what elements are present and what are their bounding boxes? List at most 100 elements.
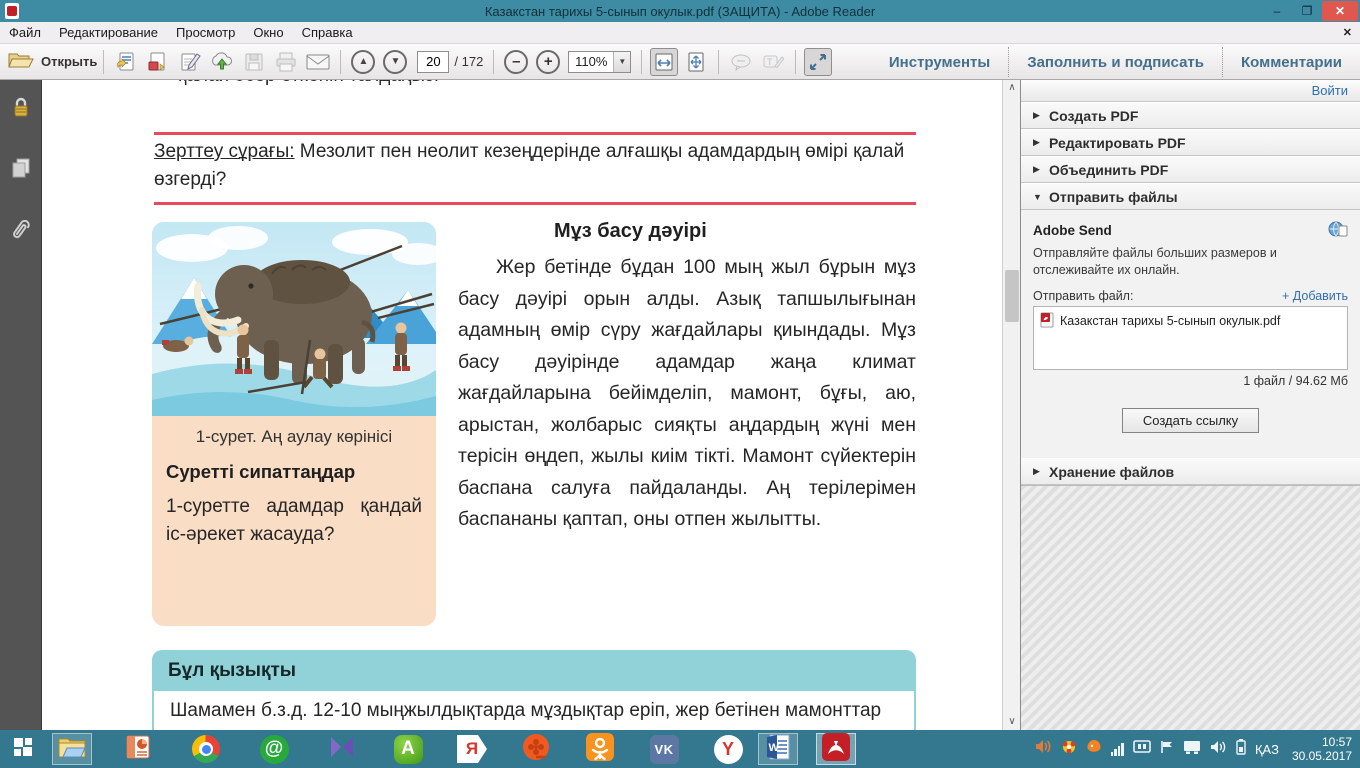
vertical-scrollbar[interactable]: ∧ ∨ — [1002, 80, 1020, 730]
comment-button-disabled[interactable] — [727, 48, 755, 76]
zoom-out-button[interactable]: – — [502, 48, 530, 76]
page-up-button[interactable]: ▲ — [349, 48, 377, 76]
open-button[interactable]: Открыть — [8, 50, 97, 73]
clock[interactable]: 10:57 30.05.2017 — [1292, 735, 1352, 763]
volume-mixer-icon[interactable] — [1035, 739, 1052, 759]
mail-agent-button[interactable]: @ — [254, 733, 294, 765]
paperclip-icon — [11, 220, 31, 249]
avast-icon[interactable] — [1086, 739, 1102, 759]
close-button[interactable]: ✕ — [1322, 1, 1358, 21]
file-explorer-icon — [57, 735, 87, 764]
language-indicator[interactable]: ҚАЗ — [1255, 742, 1279, 757]
network-signal-icon[interactable] — [1111, 743, 1124, 756]
scroll-up-icon[interactable]: ∧ — [1003, 80, 1021, 96]
yandex-search-button[interactable]: Y — [708, 733, 748, 765]
window-titlebar: Казакстан тарихы 5-сынып окулык.pdf (ЗАЩ… — [0, 0, 1360, 22]
tablet-mode-icon[interactable] — [1133, 740, 1151, 758]
windows-start-icon — [11, 734, 37, 765]
updater-icon[interactable] — [1061, 739, 1077, 760]
word-button[interactable]: W — [758, 733, 798, 765]
signin-link[interactable]: Войти — [1312, 83, 1348, 98]
menu-file[interactable]: Файл — [0, 23, 50, 42]
yandex-browser-button[interactable]: Я — [452, 733, 492, 765]
send-file-label: Отправить файл: — [1033, 289, 1133, 303]
display-devices-icon[interactable] — [1183, 740, 1201, 759]
security-lock-button[interactable] — [9, 98, 33, 122]
menu-window[interactable]: Окно — [244, 23, 292, 42]
create-pdf-button[interactable] — [144, 48, 172, 76]
adobe-reader-taskbar-button[interactable] — [816, 733, 856, 765]
illustration-card: 1-сурет. Аң аулау көрінісі Суретті сипат… — [152, 222, 436, 626]
menu-edit[interactable]: Редактирование — [50, 23, 167, 42]
kmplayer-icon — [328, 735, 356, 764]
tab-fill-sign[interactable]: Заполнить и подписать — [1009, 54, 1222, 71]
zoom-level-select[interactable]: 110% ▼ — [568, 51, 631, 73]
speaker-icon[interactable] — [1210, 740, 1227, 759]
cloud-upload-button[interactable] — [208, 48, 236, 76]
flag-action-center-icon[interactable] — [1160, 740, 1174, 759]
fit-width-button[interactable] — [650, 48, 678, 76]
cutoff-text-line: қалай әсер еткенін талдаңыз. — [178, 80, 598, 89]
research-question: Зерттеу сұрағы: Мезолит пен неолит кезең… — [154, 138, 924, 194]
print-button-disabled[interactable] — [272, 48, 300, 76]
add-file-link[interactable]: + Добавить — [1282, 289, 1348, 303]
fullscreen-button[interactable] — [804, 48, 832, 76]
zoom-dropdown-icon[interactable]: ▼ — [613, 52, 630, 72]
figure-caption: 1-сурет. Аң аулау көрінісі — [152, 427, 436, 447]
menu-bar: Файл Редактирование Просмотр Окно Справк… — [0, 22, 1360, 44]
chevron-down-icon: ▼ — [1033, 192, 1049, 202]
chrome-button[interactable] — [186, 733, 226, 765]
powerpoint-button[interactable] — [118, 733, 158, 765]
file-list-item[interactable]: Казакстан тарихы 5-сынып окулык.pdf — [1040, 312, 1341, 331]
odnoklassniki-button[interactable] — [580, 733, 620, 765]
page-number-input[interactable] — [417, 51, 449, 73]
text-annotation-button-disabled[interactable]: T — [759, 48, 787, 76]
send-files-section: Adobe Send Отправляйте файлы больших раз… — [1021, 210, 1360, 458]
mammoth-hunt-illustration — [152, 222, 436, 416]
menu-help[interactable]: Справка — [293, 23, 362, 42]
zoom-in-button[interactable]: + — [534, 48, 562, 76]
fit-page-button[interactable] — [682, 48, 710, 76]
kmplayer-button[interactable] — [322, 733, 362, 765]
scrollbar-thumb[interactable] — [1005, 270, 1019, 322]
green-a-app-button[interactable]: A — [388, 733, 428, 765]
left-tool-rail — [0, 80, 42, 730]
fullscreen-icon — [808, 52, 828, 72]
accordion-send-files[interactable]: ▼ Отправить файлы — [1021, 183, 1360, 210]
restore-button[interactable]: ❐ — [1292, 1, 1322, 21]
section-heading: Мұз басу дәуірі — [554, 220, 707, 243]
file-list[interactable]: Казакстан тарихы 5-сынып окулык.pdf — [1033, 306, 1348, 370]
accordion-file-storage[interactable]: ▶ Хранение файлов — [1021, 458, 1360, 485]
page-down-button[interactable]: ▼ — [381, 48, 409, 76]
signin-row: Войти — [1021, 80, 1360, 102]
toolbar-close-icon[interactable]: ✕ — [1343, 26, 1352, 39]
kinopoisk-button[interactable] — [516, 733, 556, 765]
accordion-combine-pdf[interactable]: ▶ Объединить PDF — [1021, 156, 1360, 183]
email-icon — [306, 53, 330, 71]
accordion-create-pdf[interactable]: ▶ Создать PDF — [1021, 102, 1360, 129]
tab-comments[interactable]: Комментарии — [1223, 54, 1360, 71]
save-button-disabled[interactable] — [240, 48, 268, 76]
attachments-panel-button[interactable] — [9, 222, 33, 246]
fit-page-icon — [686, 52, 706, 72]
file-explorer-button[interactable] — [52, 733, 92, 765]
battery-icon[interactable] — [1236, 739, 1246, 760]
start-button[interactable] — [4, 733, 44, 765]
window-title: Казакстан тарихы 5-сынып окулык.pdf (ЗАЩ… — [0, 4, 1360, 19]
fun-fact-text: Шамамен б.з.д. 12-10 мыңжылдықтарда мұзд… — [152, 691, 916, 730]
tab-tools[interactable]: Инструменты — [871, 54, 1008, 71]
accordion-edit-pdf[interactable]: ▶ Редактировать PDF — [1021, 129, 1360, 156]
sign-document-button[interactable] — [176, 48, 204, 76]
minimize-button[interactable]: – — [1262, 1, 1292, 21]
page-count-label: / 172 — [454, 54, 483, 69]
create-link-button[interactable]: Создать ссылку — [1122, 408, 1259, 433]
email-button[interactable] — [304, 48, 332, 76]
save-copy-button[interactable] — [112, 48, 140, 76]
vk-button[interactable]: VK — [644, 733, 684, 765]
describe-heading: Суретті сипаттаңдар — [166, 461, 422, 483]
scroll-down-icon[interactable]: ∨ — [1003, 714, 1021, 730]
tools-panel: Войти ▶ Создать PDF ▶ Редактировать PDF … — [1020, 80, 1360, 730]
pages-panel-button[interactable] — [9, 158, 33, 182]
zoom-out-icon: – — [504, 50, 528, 74]
menu-view[interactable]: Просмотр — [167, 23, 244, 42]
